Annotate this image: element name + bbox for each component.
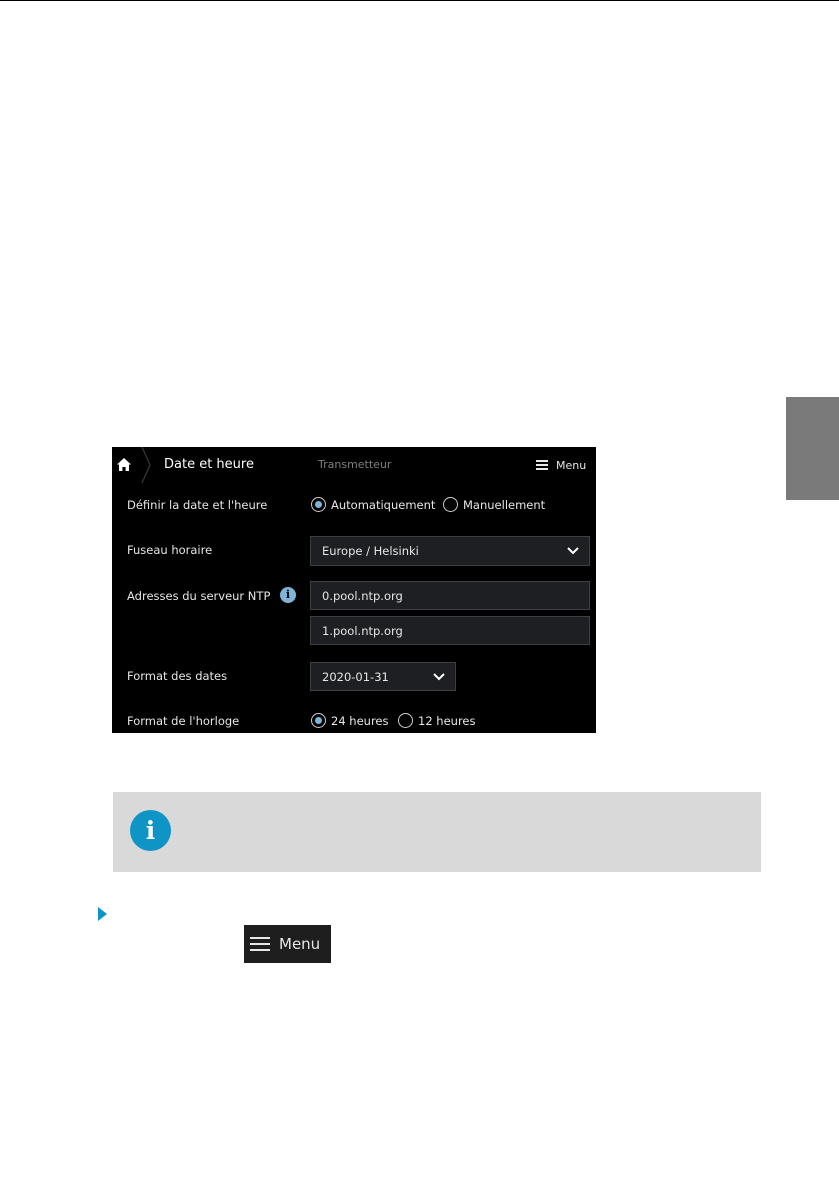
- menu-button[interactable]: Menu: [536, 455, 586, 475]
- info-icon: i: [130, 810, 171, 851]
- hamburger-icon: [250, 936, 270, 952]
- radio-24h-label: 24 heures: [331, 713, 389, 728]
- chevron-down-icon: [567, 547, 579, 555]
- timezone-select[interactable]: Europe / Helsinki: [310, 536, 590, 566]
- page-top-rule: [0, 0, 839, 1]
- radio-automatic[interactable]: Automatiquement: [311, 497, 435, 512]
- menu-illustration-label: Menu: [279, 935, 321, 953]
- radio-24h[interactable]: 24 heures: [311, 713, 388, 728]
- breadcrumb-parent[interactable]: Transmetteur: [318, 458, 391, 471]
- timezone-value: Europe / Helsinki: [322, 544, 419, 558]
- datetime-mode-label: Définir la date et l'heure: [127, 498, 268, 512]
- ntp-server-1-input[interactable]: 0.pool.ntp.org: [310, 581, 590, 610]
- radio-manual-label: Manuellement: [463, 497, 546, 512]
- home-icon: [117, 458, 131, 471]
- date-format-select[interactable]: 2020-01-31: [310, 662, 456, 691]
- ntp-server-2-input[interactable]: 1.pool.ntp.org: [310, 616, 590, 645]
- chevron-down-icon: [433, 672, 445, 680]
- page-title: Date et heure: [164, 457, 254, 472]
- ntp-server-2-value: 1.pool.ntp.org: [322, 623, 403, 638]
- menu-button-label: Menu: [556, 458, 587, 472]
- step-arrow-icon: [98, 907, 107, 921]
- radio-manual[interactable]: Manuellement: [443, 497, 545, 512]
- ntp-server-1-value: 0.pool.ntp.org: [322, 588, 403, 603]
- device-screen: Date et heure Transmetteur Menu Définir …: [112, 447, 596, 733]
- screen-topbar: Date et heure Transmetteur Menu: [112, 447, 596, 483]
- chapter-side-tab: [786, 397, 839, 500]
- hamburger-icon: [536, 460, 548, 470]
- date-format-label: Format des dates: [127, 669, 228, 683]
- timezone-label: Fuseau horaire: [127, 543, 213, 557]
- menu-button-illustration: Menu: [244, 925, 331, 963]
- radio-automatic-indicator: [311, 497, 326, 512]
- radio-automatic-label: Automatiquement: [331, 497, 436, 512]
- radio-12h-label: 12 heures: [418, 713, 476, 728]
- date-format-value: 2020-01-31: [322, 669, 389, 684]
- radio-24h-indicator: [311, 713, 326, 728]
- ntp-servers-label: Adresses du serveur NTP: [127, 589, 271, 603]
- breadcrumb-separator-icon: [141, 447, 151, 483]
- clock-format-label: Format de l'horloge: [127, 714, 240, 728]
- info-note-box: i: [113, 792, 761, 872]
- radio-manual-indicator: [443, 497, 458, 512]
- radio-12h-indicator: [398, 713, 413, 728]
- info-icon[interactable]: i: [280, 587, 296, 603]
- radio-12h[interactable]: 12 heures: [398, 713, 475, 728]
